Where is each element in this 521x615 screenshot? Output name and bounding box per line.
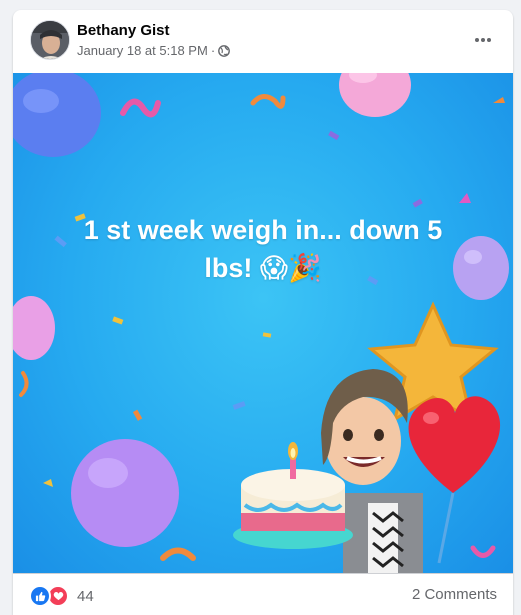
heart-balloon	[408, 396, 501, 493]
reaction-count[interactable]: 44	[77, 588, 94, 605]
like-icon	[29, 585, 51, 607]
meta-separator: ·	[210, 43, 216, 58]
balloon-purple-large	[71, 439, 179, 547]
author-name[interactable]: Bethany Gist	[77, 22, 170, 39]
post-text: 1 st week weigh in... down 5 lbs! 😱🎉	[53, 211, 473, 287]
comments-count-link[interactable]: 2 Comments	[412, 586, 497, 603]
party-decoration	[13, 73, 509, 573]
post-background-image[interactable]: 1 st week weigh in... down 5 lbs! 😱🎉	[13, 73, 513, 573]
post-timestamp[interactable]: January 18 at 5:18 PM	[77, 43, 208, 58]
globe-icon[interactable]	[218, 44, 231, 57]
balloon-left-pink	[13, 296, 55, 360]
reactions-summary[interactable]: 44	[29, 585, 94, 607]
author-avatar[interactable]	[30, 20, 70, 60]
post-header: Bethany Gist January 18 at 5:18 PM ·	[13, 10, 513, 74]
balloon-blue	[13, 73, 101, 157]
post-meta: January 18 at 5:18 PM ·	[77, 43, 231, 58]
more-options-button[interactable]	[465, 26, 501, 54]
post-text-line2: lbs! 😱🎉	[204, 253, 322, 283]
post-text-line1: 1 st week weigh in... down 5	[83, 215, 443, 245]
more-dots-icon	[475, 38, 491, 42]
balloon-pink-top	[339, 73, 411, 117]
post-card: Bethany Gist January 18 at 5:18 PM · 1 s…	[13, 10, 513, 615]
post-footer: 44 2 Comments	[13, 573, 513, 615]
